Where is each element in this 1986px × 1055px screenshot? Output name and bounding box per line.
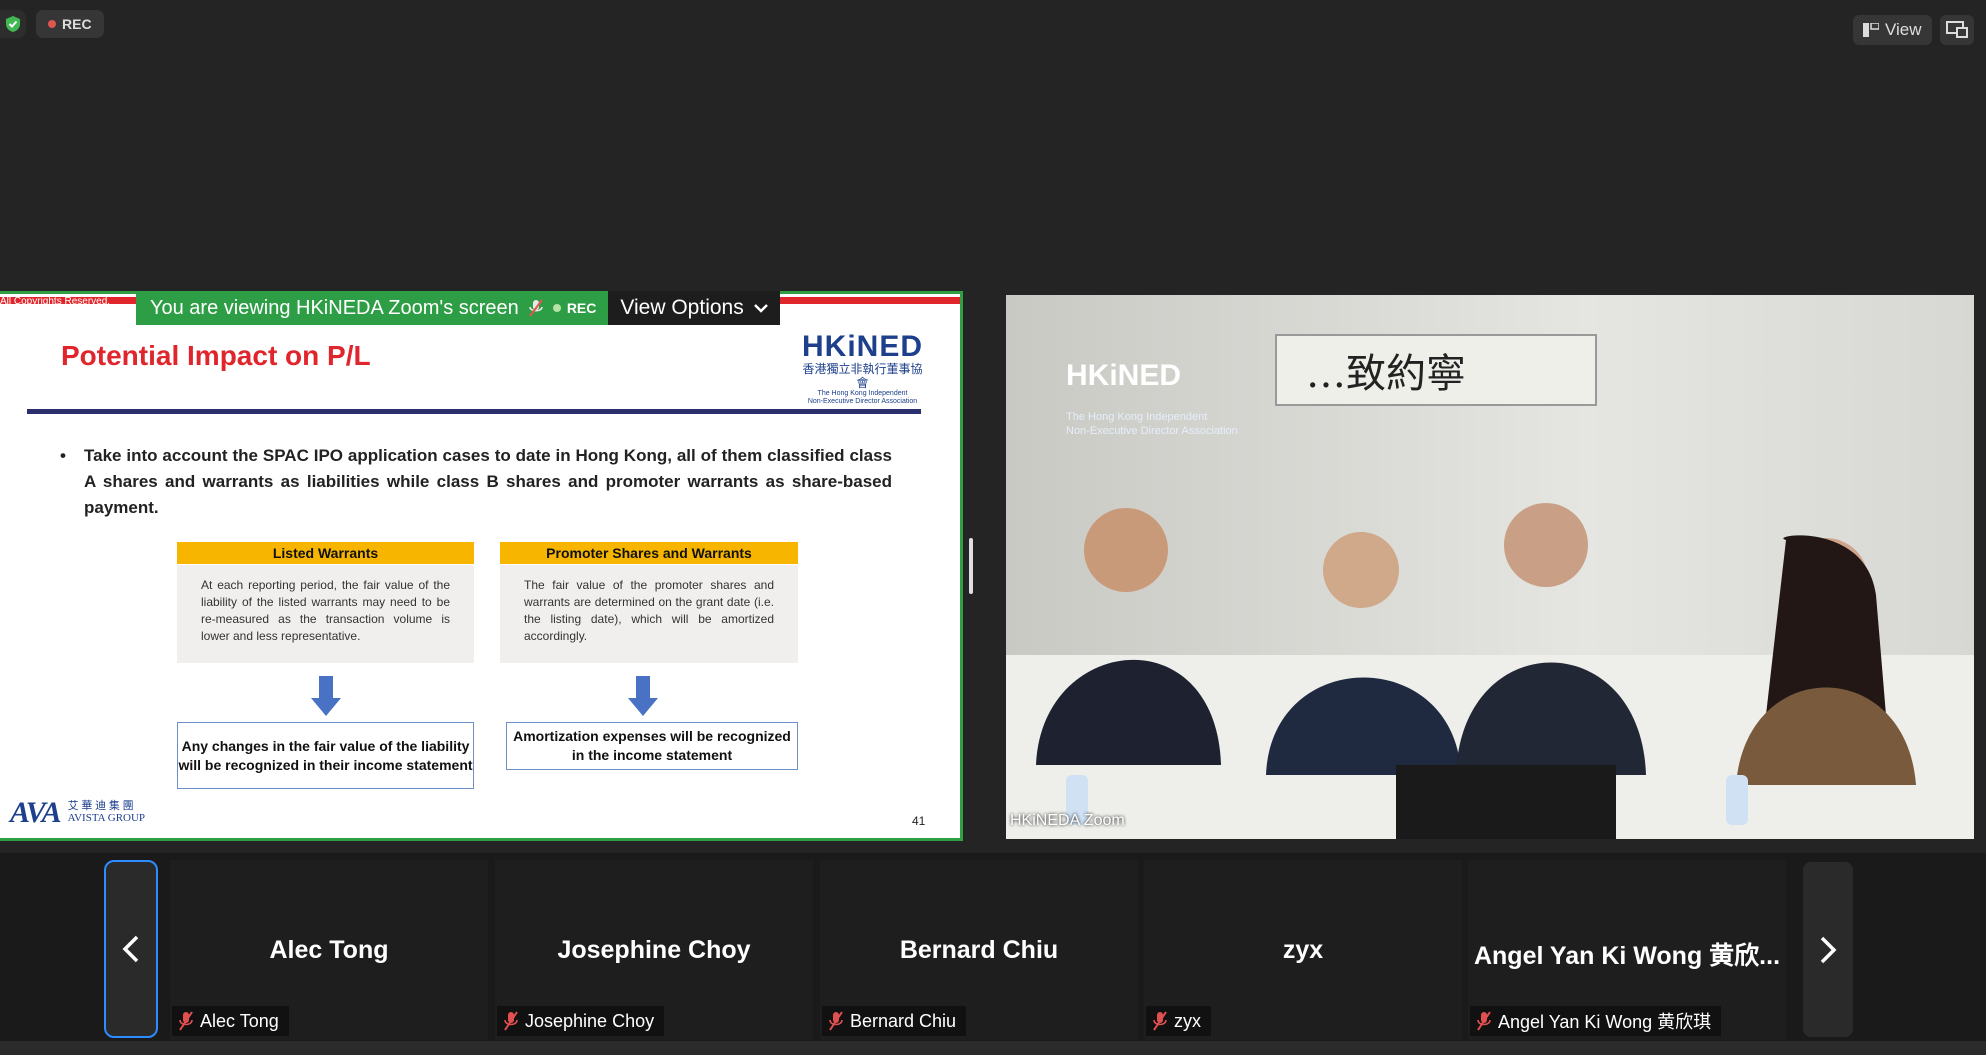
ava-chinese: 艾 華 迪 集 團: [67, 800, 134, 812]
participant-display-name: zyx: [1282, 936, 1324, 964]
bullet-dot-icon: •: [60, 446, 66, 465]
promoter-shares-result: Amortization expenses will be recognized…: [506, 722, 798, 770]
ava-logo-mark: AVA: [10, 796, 62, 829]
participant-display-name: Bernard Chiu: [899, 936, 1059, 964]
bottom-bar: [0, 1041, 1986, 1055]
viewing-banner: You are viewing HKiNEDA Zoom's screen RE…: [136, 291, 780, 325]
down-arrow-icon: [311, 676, 341, 716]
meeting-room-video-image: …致約寧 HKiNED The Hong Kong Independent No…: [1006, 295, 1974, 839]
bullet-text: Take into account the SPAC IPO applicati…: [84, 446, 892, 517]
logo-name: HKiNED: [801, 330, 923, 363]
participant-tile[interactable]: Bernard Chiu Bernard Chiu: [820, 860, 1138, 1040]
participant-name-label: Alec Tong: [172, 1006, 289, 1036]
participant-display-name: Angel Yan Ki Wong 黄欣...: [1473, 942, 1781, 970]
participant-tile[interactable]: Alec Tong Alec Tong: [170, 860, 488, 1040]
record-dot-icon: [552, 304, 561, 312]
down-arrow-icon: [628, 676, 658, 716]
gallery-next-button[interactable]: [1803, 862, 1853, 1037]
speaker-video[interactable]: …致約寧 HKiNED The Hong Kong Independent No…: [1006, 295, 1974, 839]
listed-warrants-body: At each reporting period, the fair value…: [177, 565, 474, 663]
participant-display-name: Alec Tong: [269, 936, 389, 964]
banner-rec-label: REC: [566, 300, 597, 316]
avista-group-logo: AVA 艾 華 迪 集 團 AVISTA GROUP: [10, 796, 145, 830]
record-dot-icon: [48, 20, 56, 28]
split-resize-handle[interactable]: [969, 538, 973, 594]
rec-label: REC: [62, 16, 92, 32]
participant-tile[interactable]: Angel Yan Ki Wong 黄欣... Angel Yan Ki Won…: [1468, 860, 1786, 1040]
participant-tile[interactable]: Josephine Choy Josephine Choy: [495, 860, 813, 1040]
banner-rec-indicator: REC: [552, 300, 597, 316]
participant-label-text: zyx: [1174, 1010, 1201, 1031]
promoter-shares-header: Promoter Shares and Warrants: [500, 542, 798, 564]
screen-share-icon: [1946, 21, 1968, 38]
slide-title: Potential Impact on P/L: [61, 340, 371, 371]
page-number: 41: [912, 814, 926, 828]
logo-chinese: 香港獨立非執行董事協會: [802, 362, 923, 390]
view-options-button[interactable]: View Options: [608, 291, 780, 325]
recording-indicator[interactable]: REC: [36, 10, 104, 38]
bullet-point: • Take into account the SPAC IPO applica…: [60, 443, 892, 521]
view-layout-icon: [1863, 23, 1879, 37]
shared-screen: All Copyrights Reserved. Potential Impac…: [0, 291, 963, 841]
participant-display-name: Josephine Choy: [557, 936, 751, 964]
muted-mic-icon: [1153, 1011, 1167, 1031]
screen-share-button[interactable]: [1940, 15, 1974, 45]
view-options-label: View Options: [620, 296, 744, 319]
viewing-notice: You are viewing HKiNEDA Zoom's screen RE…: [136, 291, 609, 325]
listed-warrants-result: Any changes in the fair value of the lia…: [177, 722, 474, 789]
video-banner-sub2: Non-Executive Director Association: [1066, 425, 1238, 437]
participant-label-text: Bernard Chiu: [850, 1010, 957, 1031]
logo-english-2: Non-Executive Director Association: [807, 398, 918, 405]
svg-text:…致約寧: …致約寧: [1306, 351, 1466, 397]
participant-label-text: Angel Yan Ki Wong 黄欣琪: [1498, 1012, 1712, 1032]
listed-warrants-header: Listed Warrants: [177, 542, 474, 564]
copyright-text: All Copyrights Reserved.: [0, 296, 111, 307]
video-banner-sub1: The Hong Kong Independent: [1066, 411, 1207, 423]
muted-mic-icon: [1477, 1011, 1491, 1031]
view-button[interactable]: View: [1853, 15, 1932, 45]
participant-label-text: Alec Tong: [200, 1010, 279, 1031]
gallery-prev-button[interactable]: [104, 860, 158, 1038]
participant-name-label: Bernard Chiu: [822, 1006, 967, 1036]
chevron-down-icon: [753, 304, 768, 313]
promoter-shares-body: The fair value of the promoter shares an…: [500, 565, 798, 663]
video-banner-text: HKiNED: [1066, 359, 1181, 392]
chevron-right-icon: [1820, 936, 1837, 963]
muted-mic-icon: [529, 299, 543, 317]
presentation-slide: All Copyrights Reserved. Potential Impac…: [0, 294, 960, 838]
participant-name-label: zyx: [1146, 1006, 1211, 1036]
hkined-logo: HKiNED 香港獨立非執行董事協會 The Hong Kong Indepen…: [800, 332, 925, 406]
view-label: View: [1885, 20, 1922, 39]
title-underline: [27, 409, 921, 414]
participant-name-label: Josephine Choy: [497, 1006, 665, 1036]
muted-mic-icon: [504, 1011, 518, 1031]
muted-mic-icon: [179, 1011, 193, 1031]
ava-english: AVISTA GROUP: [67, 812, 146, 824]
video-participant-label: HKiNEDA Zoom: [1010, 812, 1125, 829]
logo-english-1: The Hong Kong Independent: [817, 390, 908, 397]
muted-mic-icon: [829, 1011, 843, 1031]
participant-label-text: Josephine Choy: [525, 1010, 655, 1031]
chevron-left-icon: [122, 935, 139, 963]
participant-tile[interactable]: zyx zyx: [1144, 860, 1462, 1040]
security-shield-icon[interactable]: [0, 10, 26, 38]
participant-name-label: Angel Yan Ki Wong 黄欣琪: [1470, 1006, 1722, 1036]
viewing-text: You are viewing HKiNEDA Zoom's screen: [150, 296, 519, 319]
